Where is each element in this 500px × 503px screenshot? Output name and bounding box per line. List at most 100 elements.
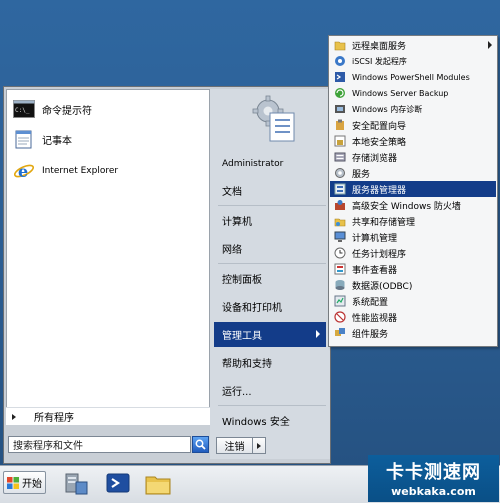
submenu-item-storage-explorer[interactable]: 存储浏览器 [330, 149, 496, 165]
submenu-item-task-scheduler[interactable]: 任务计划程序 [330, 245, 496, 261]
pinned-item-internet-explorer[interactable]: e Internet Explorer [13, 158, 203, 184]
pinned-item-label: 命令提示符 [42, 105, 92, 117]
submenu-item-odbc[interactable]: 数据源(ODBC) [330, 277, 496, 293]
search-button[interactable] [192, 436, 209, 453]
search-icon [195, 439, 206, 450]
user-picture[interactable] [248, 93, 300, 145]
search-placeholder: 搜索程序和文件 [13, 441, 83, 452]
right-item-control-panel[interactable]: 控制面板 [214, 267, 326, 289]
help-label: 帮助和支持 [222, 358, 272, 370]
shutdown-options-button[interactable] [253, 437, 266, 454]
logoff-label: 注销 [224, 442, 245, 453]
ie-icon: e [13, 162, 35, 181]
chevron-right-icon [12, 413, 16, 420]
admin-tools-label: 管理工具 [222, 331, 262, 342]
component-services-icon [335, 328, 345, 336]
submenu-item-label: Windows PowerShell Modules [352, 72, 470, 82]
right-item-windows-security[interactable]: Windows 安全 [214, 409, 326, 431]
submenu-item-label: iSCSI 发起程序 [352, 56, 407, 66]
submenu-item-memory-diagnostic[interactable]: Windows 内存诊断 [330, 101, 496, 117]
right-item-help[interactable]: 帮助和支持 [214, 351, 326, 373]
svg-text:C:\_: C:\_ [15, 107, 30, 114]
taskbar-server-manager[interactable] [62, 468, 90, 498]
submenu-item-label: 本地安全策略 [352, 137, 407, 148]
windows-logo-icon [7, 476, 19, 489]
security-wizard-icon [336, 119, 344, 130]
submenu-item-label: 共享和存储管理 [352, 217, 416, 228]
event-viewer-icon [334, 263, 346, 275]
submenu-item-label: 远程桌面服务 [352, 41, 407, 52]
submenu-item-local-security-policy[interactable]: 本地安全策略 [330, 133, 496, 149]
submenu-item-server-backup[interactable]: Windows Server Backup [330, 85, 496, 101]
logoff-button[interactable]: 注销 [216, 437, 253, 454]
storage-icon [334, 152, 346, 162]
right-item-user[interactable]: Administrator [214, 153, 326, 175]
folder-icon [145, 476, 171, 495]
chevron-right-icon [488, 41, 492, 49]
submenu-item-system-configuration[interactable]: 系统配置 [330, 293, 496, 309]
svg-text:e: e [18, 162, 28, 181]
local-policy-icon [334, 135, 346, 147]
submenu-item-component-services[interactable]: 组件服务 [330, 325, 496, 341]
submenu-item-remote-desktop[interactable]: 远程桌面服务 [330, 37, 496, 53]
powershell-icon [335, 72, 345, 82]
taskbar-explorer[interactable] [144, 468, 172, 498]
submenu-item-label: 存储浏览器 [352, 153, 398, 164]
chevron-right-icon [257, 442, 261, 449]
submenu-item-computer-management[interactable]: 计算机管理 [330, 229, 496, 245]
submenu-item-server-manager[interactable]: 服务器管理器 [330, 181, 496, 197]
chevron-right-icon [316, 330, 320, 338]
right-item-computer[interactable]: 计算机 [214, 209, 326, 231]
folder-icon [334, 41, 346, 51]
submenu-item-label: Windows 内存诊断 [352, 104, 423, 114]
start-label: 开始 [22, 479, 42, 490]
right-item-run[interactable]: 运行... [214, 379, 326, 401]
submenu-item-label: 服务 [352, 169, 371, 180]
submenu-item-label: Windows Server Backup [352, 88, 449, 98]
network-label: 网络 [222, 244, 242, 256]
right-item-devices-printers[interactable]: 设备和打印机 [214, 295, 326, 317]
search-input[interactable]: 搜索程序和文件 [8, 436, 191, 453]
start-menu-left-pane: C:\_ 命令提示符 记事本 e Internet Explorer [6, 89, 210, 425]
documents-label: 文档 [222, 186, 242, 198]
right-item-network[interactable]: 网络 [214, 237, 326, 259]
submenu-item-share-storage[interactable]: 共享和存储管理 [330, 213, 496, 229]
admin-tools-picture-icon [252, 95, 295, 142]
submenu-item-iscsi[interactable]: iSCSI 发起程序 [330, 53, 496, 69]
run-label: 运行... [222, 386, 252, 398]
watermark-logo: 卡卡测速网 webkaka.com [368, 455, 499, 502]
devices-label: 设备和打印机 [222, 302, 282, 314]
right-item-admin-tools[interactable]: 管理工具 [214, 322, 326, 347]
firewall-icon [335, 200, 345, 210]
submenu-item-performance-monitor[interactable]: 性能监视器 [330, 309, 496, 325]
submenu-item-label: 服务器管理器 [352, 185, 407, 196]
pinned-item-cmd[interactable]: C:\_ 命令提示符 [13, 96, 203, 122]
notepad-icon [15, 130, 32, 149]
right-item-documents[interactable]: 文档 [214, 179, 326, 201]
iscsi-icon [335, 56, 345, 66]
watermark-url: webkaka.com [391, 485, 476, 498]
submenu-item-event-viewer[interactable]: 事件查看器 [330, 261, 496, 277]
computer-label: 计算机 [222, 216, 252, 228]
server-manager-icon [65, 473, 88, 495]
submenu-item-security-wizard[interactable]: 安全配置向导 [330, 117, 496, 133]
computer-management-icon [334, 231, 346, 242]
performance-icon [334, 311, 346, 323]
services-icon [335, 168, 345, 178]
pinned-item-label: 记事本 [42, 135, 72, 147]
windows-security-label: Windows 安全 [222, 416, 290, 428]
all-programs-button[interactable]: 所有程序 [6, 407, 210, 425]
pinned-item-notepad[interactable]: 记事本 [13, 126, 203, 152]
start-button[interactable]: 开始 [3, 471, 46, 494]
submenu-item-firewall[interactable]: 高级安全 Windows 防火墙 [330, 197, 496, 213]
share-icon [334, 218, 346, 227]
taskbar-powershell[interactable] [104, 468, 132, 498]
cmd-icon: C:\_ [13, 100, 35, 118]
task-scheduler-icon [334, 247, 346, 259]
start-menu: C:\_ 命令提示符 记事本 e Internet Explorer 所有程序 [3, 86, 331, 464]
admin-tools-submenu: 远程桌面服务 iSCSI 发起程序 Windows PowerShell Mod… [328, 35, 498, 347]
submenu-item-services[interactable]: 服务 [330, 165, 496, 181]
watermark-title: 卡卡测速网 [386, 462, 481, 483]
submenu-item-powershell-modules[interactable]: Windows PowerShell Modules [330, 69, 496, 85]
backup-icon [335, 88, 345, 98]
